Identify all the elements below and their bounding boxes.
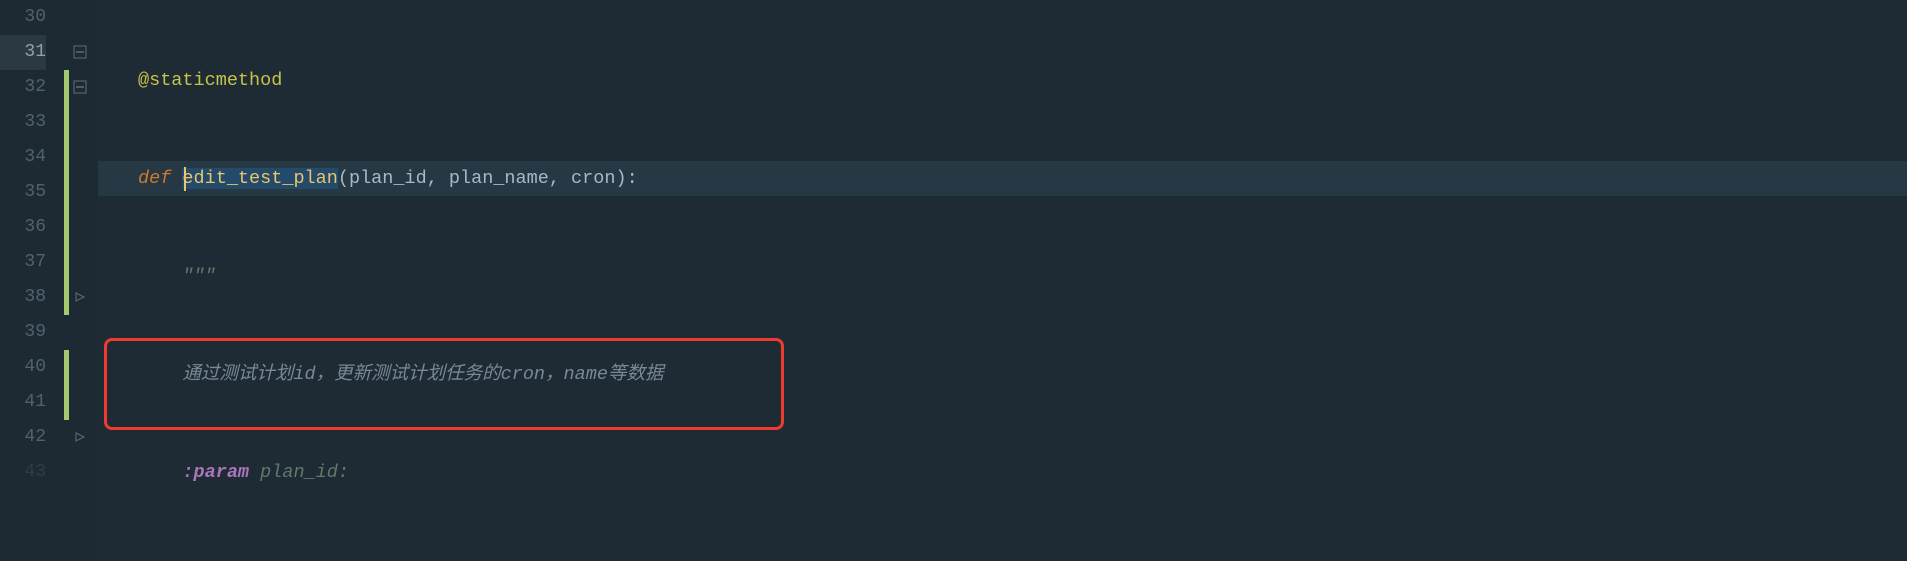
line-number: 32	[0, 70, 46, 105]
code-line[interactable]: :param plan_id:	[98, 455, 1907, 490]
line-number: 33	[0, 105, 46, 140]
line-number: 38	[0, 280, 46, 315]
change-marker	[64, 350, 69, 420]
fold-icon[interactable]	[73, 80, 87, 94]
fold-end-icon[interactable]	[73, 290, 87, 304]
line-number: 34	[0, 140, 46, 175]
line-number: 42	[0, 420, 46, 455]
line-number: 31	[0, 35, 46, 70]
line-number: 43	[0, 455, 46, 490]
doc-arg: plan_id:	[260, 462, 349, 483]
docstring-text: 通过测试计划id，更新测试计划任务的cron，name等数据	[182, 364, 663, 385]
line-number: 40	[0, 350, 46, 385]
doc-tag: :param	[182, 462, 249, 483]
paren: (	[338, 168, 349, 189]
text-cursor	[184, 167, 186, 191]
decorator-text: @staticmethod	[138, 70, 282, 91]
comma: ,	[427, 168, 449, 189]
code-line[interactable]: @staticmethod	[98, 63, 1907, 98]
docstring-quote: """	[182, 266, 215, 287]
code-area[interactable]: @staticmethod def edit_test_plan(plan_id…	[98, 0, 1907, 561]
line-number: 35	[0, 175, 46, 210]
line-number: 41	[0, 385, 46, 420]
line-number: 37	[0, 245, 46, 280]
param: plan_id	[349, 168, 427, 189]
fold-icon[interactable]	[73, 45, 87, 59]
line-number: 36	[0, 210, 46, 245]
line-number: 30	[0, 0, 46, 35]
code-line[interactable]: def edit_test_plan(plan_id, plan_name, c…	[98, 161, 1907, 196]
change-marker	[64, 70, 69, 315]
doc-arg	[249, 462, 260, 483]
fold-end-icon[interactable]	[73, 430, 87, 444]
code-line[interactable]: :param plan_name:	[98, 553, 1907, 561]
line-number: 39	[0, 315, 46, 350]
code-editor[interactable]: 30 31 32 33 34 35 36 37 38 39 40 41 42 4…	[0, 0, 1907, 561]
fold-strip	[64, 0, 98, 561]
param: cron	[571, 168, 615, 189]
gutter: 30 31 32 33 34 35 36 37 38 39 40 41 42 4…	[0, 0, 64, 561]
code-line[interactable]: 通过测试计划id，更新测试计划任务的cron，name等数据	[98, 357, 1907, 392]
paren: ):	[615, 168, 637, 189]
function-name: edit_test_plan	[182, 168, 337, 189]
param: plan_name	[449, 168, 549, 189]
code-line[interactable]: """	[98, 259, 1907, 294]
comma: ,	[549, 168, 571, 189]
keyword-def: def	[138, 168, 182, 189]
